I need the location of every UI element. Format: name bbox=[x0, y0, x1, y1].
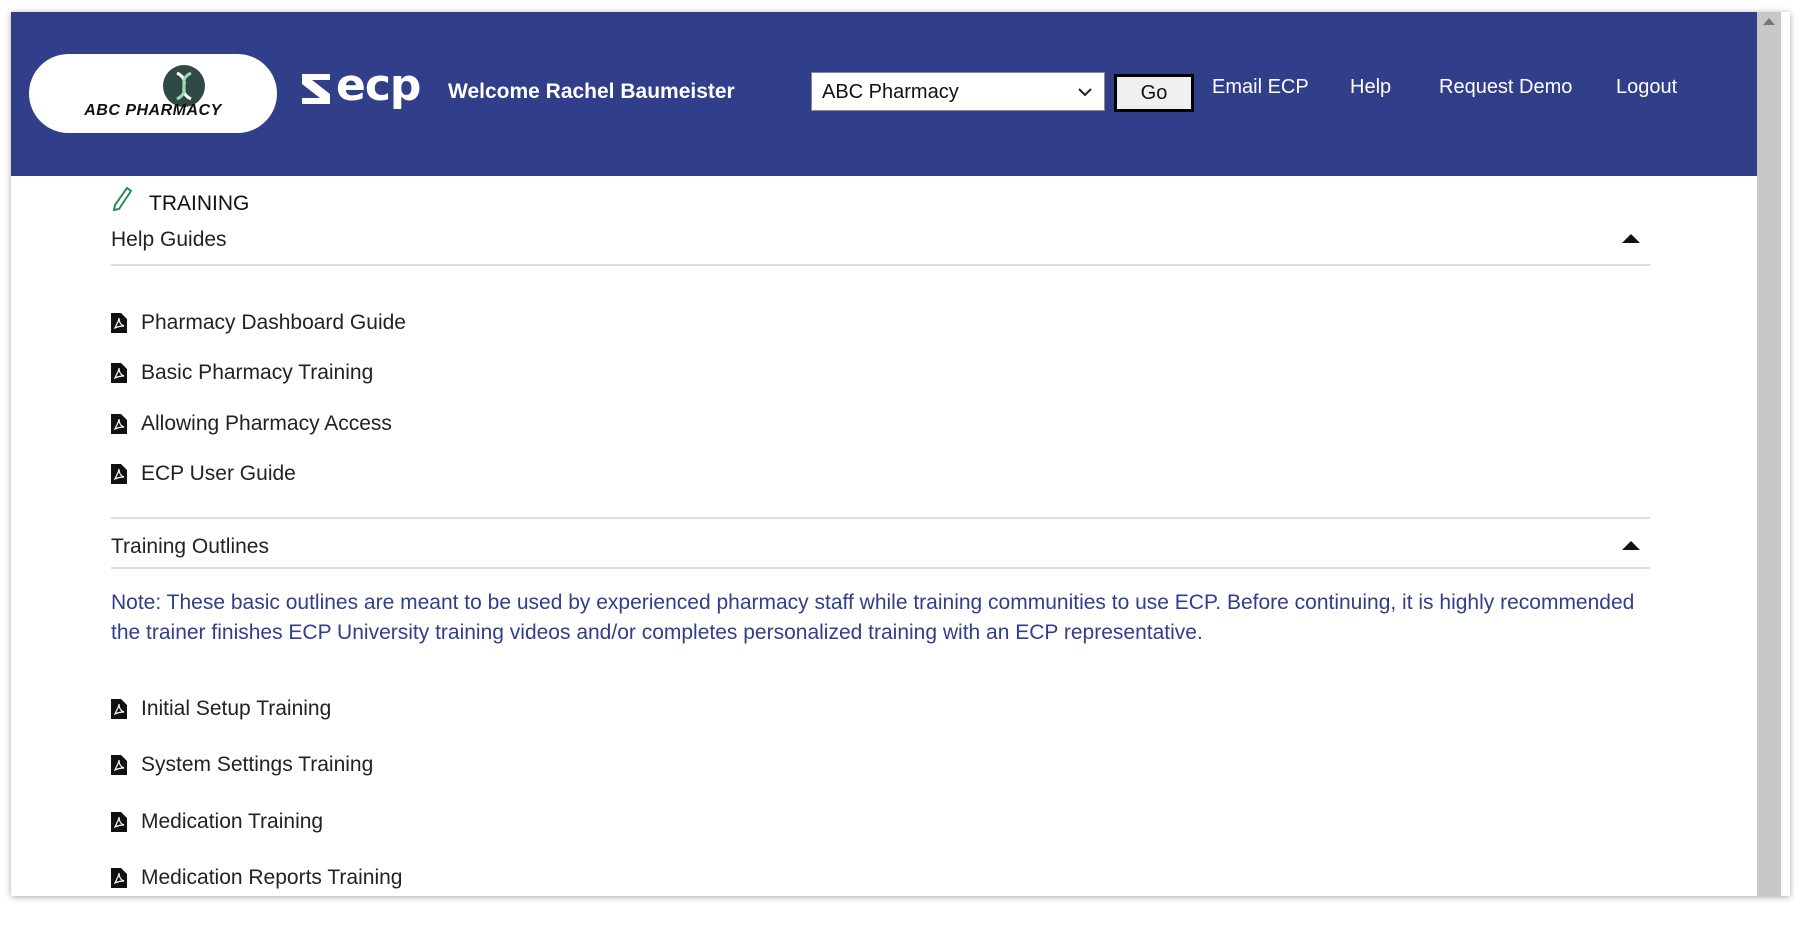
training-panel: TRAINING Help Guides Pharmacy Dashboard … bbox=[111, 186, 1650, 896]
go-button[interactable]: Go bbox=[1114, 74, 1194, 112]
chevron-down-icon bbox=[1078, 88, 1092, 97]
brand-name: ecp bbox=[336, 60, 421, 111]
pdf-file-icon bbox=[111, 755, 127, 775]
ecp-logo-icon bbox=[302, 74, 330, 104]
training-outlines-title: Training Outlines bbox=[111, 535, 269, 558]
header-bar: ABC PHARMACY ecp Welcome Rachel Baumeist… bbox=[11, 12, 1757, 176]
pencil-icon bbox=[112, 186, 133, 212]
caret-up-icon[interactable] bbox=[1622, 234, 1640, 243]
nav-request-demo[interactable]: Request Demo bbox=[1439, 76, 1572, 99]
pdf-file-icon bbox=[111, 812, 127, 832]
pharmacy-select[interactable]: ABC Pharmacy bbox=[811, 72, 1105, 111]
pdf-file-icon bbox=[111, 464, 127, 484]
browser-window: ABC PHARMACY ecp Welcome Rachel Baumeist… bbox=[11, 12, 1790, 896]
item-label: ECP User Guide bbox=[141, 462, 296, 485]
pharmacy-logo[interactable]: ABC PHARMACY bbox=[29, 54, 277, 133]
caret-up-icon[interactable] bbox=[1622, 541, 1640, 550]
help-guides-header[interactable]: Help Guides bbox=[111, 212, 1650, 266]
pdf-file-icon bbox=[111, 868, 127, 888]
help-guides-title: Help Guides bbox=[111, 228, 227, 251]
item-label: System Settings Training bbox=[141, 753, 374, 776]
item-label: Basic Pharmacy Training bbox=[141, 361, 374, 384]
item-label: Medication Training bbox=[141, 810, 324, 833]
training-outlines-header[interactable]: Training Outlines bbox=[111, 519, 1650, 569]
pharmacy-select-value: ABC Pharmacy bbox=[822, 81, 959, 103]
dna-emblem-icon bbox=[163, 65, 205, 107]
item-label: Initial Setup Training bbox=[141, 697, 332, 720]
pdf-file-icon bbox=[111, 363, 127, 383]
item-label: Allowing Pharmacy Access bbox=[141, 412, 392, 435]
training-note: Note: These basic outlines are meant to … bbox=[111, 591, 1635, 644]
item-label: Medication Reports Training bbox=[141, 866, 403, 889]
item-label: Pharmacy Dashboard Guide bbox=[141, 311, 406, 334]
nav-help[interactable]: Help bbox=[1350, 76, 1391, 99]
nav-logout[interactable]: Logout bbox=[1616, 76, 1677, 99]
pdf-file-icon bbox=[111, 313, 127, 333]
welcome-message: Welcome Rachel Baumeister bbox=[448, 80, 735, 103]
vertical-scrollbar[interactable] bbox=[1757, 12, 1781, 896]
scroll-up-arrow-icon[interactable] bbox=[1763, 18, 1775, 25]
pdf-file-icon bbox=[111, 699, 127, 719]
nav-email-ecp[interactable]: Email ECP bbox=[1212, 76, 1309, 99]
logo-text: ABC PHARMACY bbox=[84, 102, 222, 119]
pdf-file-icon bbox=[111, 414, 127, 434]
